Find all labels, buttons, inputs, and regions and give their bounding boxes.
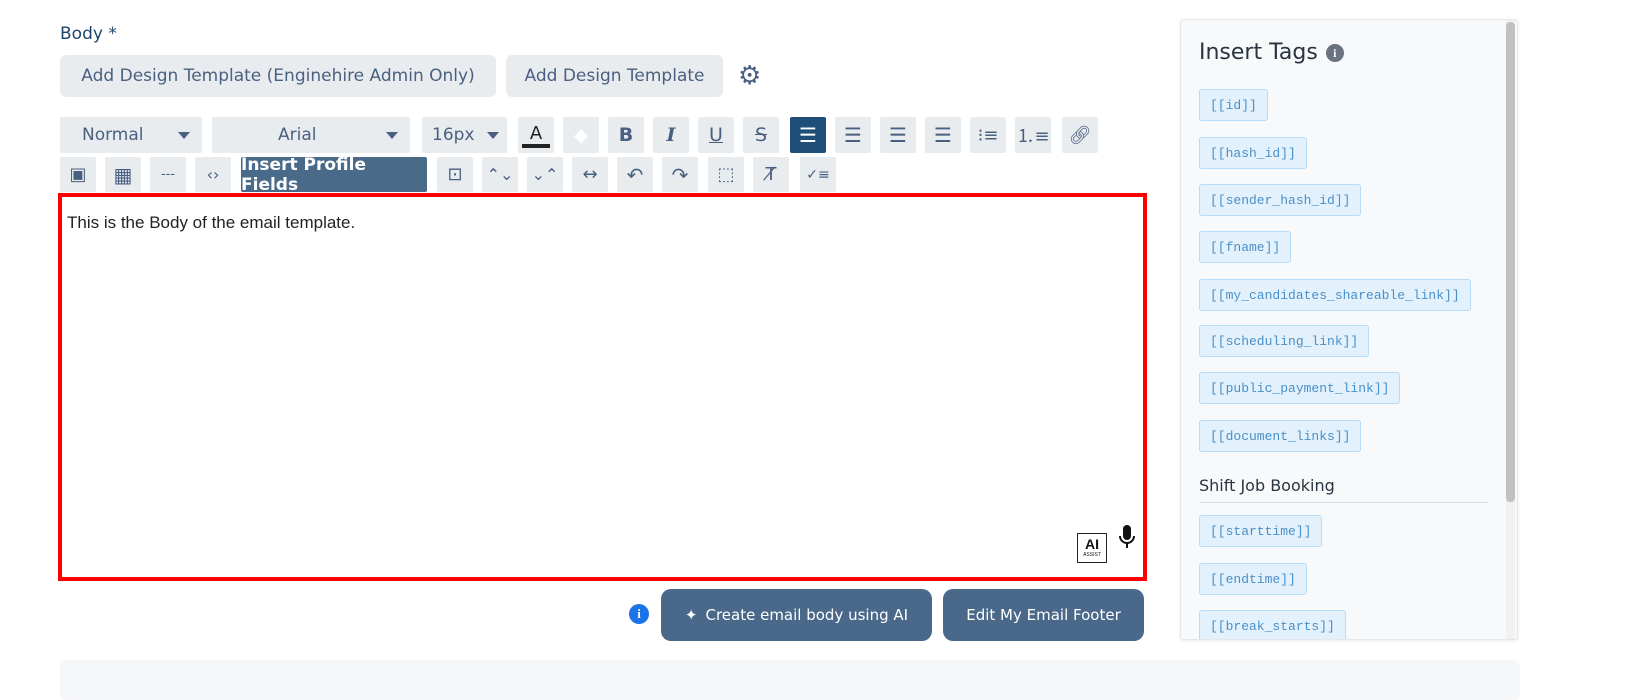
tag-item[interactable]: [[my_candidates_shareable_link]] xyxy=(1199,279,1471,311)
editor-content[interactable]: This is the Body of the email template. xyxy=(67,213,355,233)
info-icon[interactable]: i xyxy=(629,604,649,624)
undo-icon[interactable]: ↶ xyxy=(617,157,653,192)
tag-item[interactable]: [[endtime]] xyxy=(1199,563,1307,595)
clear-format-icon[interactable]: T̸ xyxy=(753,157,789,192)
collapse-vertical-icon[interactable]: ⌄⌃ xyxy=(527,157,563,192)
font-value: Arial xyxy=(278,125,317,145)
chevron-down-icon xyxy=(386,131,398,139)
divider xyxy=(1199,502,1489,503)
tag-item[interactable]: [[break_starts]] xyxy=(1199,610,1346,639)
insert-tags-panel: Insert Tags i [[id]] [[hash_id]] [[sender… xyxy=(1180,19,1518,640)
insert-profile-fields-button[interactable]: Insert Profile Fields xyxy=(241,155,427,195)
tag-item[interactable]: [[starttime]] xyxy=(1199,515,1323,547)
scrollbar-thumb[interactable] xyxy=(1506,22,1515,502)
strikethrough-icon[interactable]: S xyxy=(743,117,779,153)
tag-item[interactable]: [[document_links]] xyxy=(1199,420,1362,452)
body-label: Body * xyxy=(60,24,117,44)
section-heading: Shift Job Booking xyxy=(1199,476,1335,495)
size-select[interactable]: 16px xyxy=(422,117,507,153)
footer-section xyxy=(60,660,1520,700)
font-select[interactable]: Arial xyxy=(212,117,410,153)
tag-item[interactable]: [[scheduling_link]] xyxy=(1199,325,1370,357)
link-icon[interactable]: 🔗︎ xyxy=(1062,117,1098,153)
chevron-down-icon xyxy=(178,131,190,139)
horizontal-rule-button[interactable]: --- xyxy=(150,157,186,192)
cell-icon[interactable]: ⊡ xyxy=(437,157,473,192)
text-color-icon[interactable]: A xyxy=(518,117,554,153)
align-right-icon[interactable]: ☰ xyxy=(880,117,916,153)
format-value: Normal xyxy=(82,125,144,145)
add-design-template-admin-button[interactable]: Add Design Template (Enginehire Admin On… xyxy=(60,55,496,97)
numbered-list-icon[interactable]: ⒈≡ xyxy=(1015,117,1051,153)
underline-icon[interactable]: U xyxy=(698,117,734,153)
align-justify-icon[interactable]: ☰ xyxy=(925,117,961,153)
create-ai-body-button[interactable]: ✦ Create email body using AI xyxy=(661,589,932,641)
checklist-icon[interactable]: ✓≡ xyxy=(800,157,836,192)
redo-icon[interactable]: ↷ xyxy=(662,157,698,192)
tag-item[interactable]: [[sender_hash_id]] xyxy=(1199,184,1362,216)
edit-footer-button[interactable]: Edit My Email Footer xyxy=(943,589,1144,641)
ai-label: AI xyxy=(1085,536,1099,552)
ai-sub-label: ASSIST xyxy=(1083,552,1101,558)
microphone-icon[interactable] xyxy=(1119,525,1135,553)
tag-item[interactable]: [[id]] xyxy=(1199,89,1268,121)
bullet-list-icon[interactable]: ⁝≡ xyxy=(970,117,1006,153)
size-value: 16px xyxy=(432,125,475,145)
align-center-icon[interactable]: ☰ xyxy=(835,117,871,153)
tag-item[interactable]: [[fname]] xyxy=(1199,231,1292,263)
gear-icon[interactable]: ⚙ xyxy=(738,62,766,90)
chevron-down-icon xyxy=(487,131,499,139)
italic-icon[interactable]: I xyxy=(653,117,689,153)
bold-icon[interactable]: B xyxy=(608,117,644,153)
image-icon[interactable]: ▣ xyxy=(60,157,96,192)
add-design-template-button[interactable]: Add Design Template xyxy=(506,55,723,97)
panel-title: Insert Tags xyxy=(1199,40,1318,65)
format-select[interactable]: Normal xyxy=(60,117,202,153)
expand-vertical-icon[interactable]: ⌃⌄ xyxy=(482,157,518,192)
table-icon[interactable]: ▦ xyxy=(105,157,141,192)
ai-assist-icon[interactable]: AI ASSIST xyxy=(1077,533,1107,563)
tag-item[interactable]: [[public_payment_link]] xyxy=(1199,372,1401,404)
align-left-icon[interactable]: ☰ xyxy=(790,117,826,153)
tag-item[interactable]: [[hash_id]] xyxy=(1199,137,1307,169)
info-icon[interactable]: i xyxy=(1325,43,1344,62)
sparkle-icon: ✦ xyxy=(684,606,698,624)
body-editor[interactable]: This is the Body of the email template. … xyxy=(58,193,1147,581)
code-view-icon[interactable]: ‹› xyxy=(195,157,231,192)
horizontal-resize-icon[interactable]: ↔ xyxy=(572,157,608,192)
background-color-icon[interactable]: ◆ xyxy=(563,117,599,153)
select-all-icon[interactable]: ⬚ xyxy=(708,157,744,192)
create-ai-label: Create email body using AI xyxy=(705,606,909,624)
